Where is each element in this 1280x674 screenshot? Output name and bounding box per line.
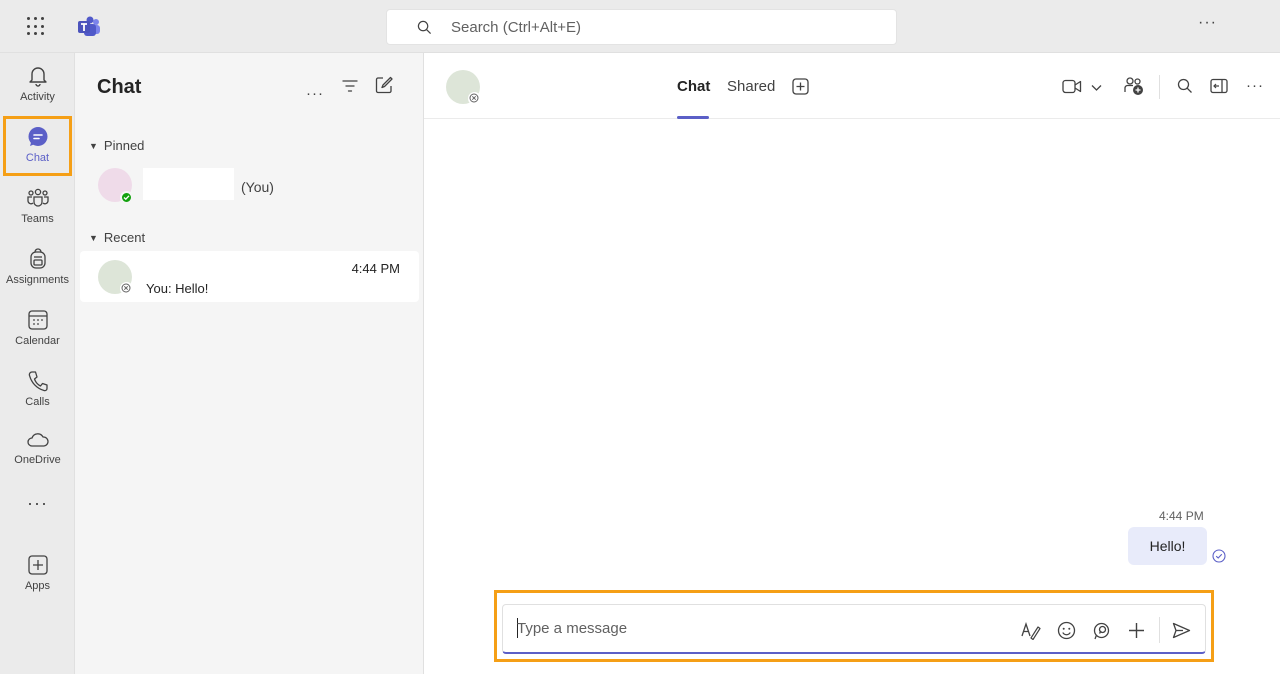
message-input[interactable] [517,617,997,639]
compose-box[interactable] [502,604,1206,654]
chat-list-title: Chat [97,76,142,98]
video-call-icon[interactable] [1062,79,1082,94]
filter-icon[interactable] [342,78,358,94]
search-icon [417,20,432,35]
pinned-label: Pinned [103,138,145,153]
message-timestamp: 4:44 PM [1159,509,1204,523]
rail-item-teams[interactable]: Teams [3,177,72,237]
rail-item-activity[interactable]: Activity [3,55,72,115]
bell-icon [28,67,47,87]
rail-item-chat[interactable]: Chat [3,116,72,176]
tab-shared[interactable]: Shared [727,78,775,95]
header-divider [1159,75,1160,99]
rail-item-calls[interactable]: Calls [3,360,72,420]
rail-label: Activity [20,91,55,103]
settings-more-button[interactable]: ··· [1198,14,1217,32]
you-label: (You) [241,179,274,195]
rail-label: Calendar [15,335,60,347]
rail-label: Chat [25,152,50,164]
new-chat-icon[interactable] [375,76,393,94]
pinned-contact-name[interactable] [143,168,234,200]
pinned-section-header[interactable]: ▼ Pinned [89,138,144,153]
conversation-pane: Chat Shared ··· 4:44 PM Hello! [424,53,1280,674]
rail-label: Calls [25,396,50,408]
active-tab-indicator [677,116,709,119]
recent-label: Recent [103,230,146,245]
rail-item-assignments[interactable]: Assignments [3,238,72,298]
recent-chat-item[interactable]: 4:44 PM You: Hello! [80,251,419,302]
search-placeholder: Search (Ctrl+Alt+E) [451,19,582,36]
message-bubble[interactable]: Hello! [1128,527,1207,565]
add-attachment-icon[interactable] [1128,622,1145,639]
rail-item-apps[interactable]: Apps [3,544,72,604]
calendar-icon [27,310,48,330]
compose-divider [1159,617,1160,643]
phone-icon [28,371,48,392]
backpack-icon [29,248,46,269]
send-icon[interactable] [1172,622,1191,639]
open-side-panel-icon[interactable] [1210,78,1228,94]
rail-label: Apps [24,580,51,592]
message-sent-icon [1212,549,1226,563]
tab-chat[interactable]: Chat [677,78,710,95]
app-launcher-icon[interactable] [27,17,47,37]
collapse-caret-icon: ▼ [89,141,98,151]
app-rail: Activity Chat Teams Assignments Calendar… [0,53,75,674]
more-options-button[interactable]: ··· [1246,77,1264,94]
add-people-icon[interactable] [1124,76,1144,96]
format-icon[interactable] [1021,622,1041,640]
add-box-icon [27,555,48,575]
chevron-down-icon[interactable] [1091,84,1102,92]
teams-logo-icon [78,16,100,36]
more-apps-button[interactable]: ··· [0,493,75,514]
loop-component-icon[interactable] [1092,622,1110,640]
chat-list-pane: Chat ··· ▼ Pinned (You) ▼ Recent 4:44 PM Y… [75,53,424,674]
search-icon[interactable] [1177,78,1193,94]
rail-label: Assignments [6,274,69,286]
teams-icon [26,188,49,207]
presence-offline-icon [120,282,133,295]
rail-label: OneDrive [14,454,61,466]
rail-item-calendar[interactable]: Calendar [3,299,72,359]
conversation-header: Chat Shared ··· [424,53,1280,119]
collapse-caret-icon: ▼ [89,233,98,243]
recent-chat-time: 4:44 PM [351,261,400,276]
recent-chat-preview: You: Hello! [146,281,209,296]
presence-offline-icon [468,92,481,105]
rail-label: Teams [21,213,54,225]
rail-item-onedrive[interactable]: OneDrive [3,420,72,480]
emoji-icon[interactable] [1057,621,1076,640]
chat-more-options-button[interactable]: ··· [306,85,324,102]
add-tab-icon[interactable] [792,78,809,95]
search-box[interactable]: Search (Ctrl+Alt+E) [386,9,897,45]
title-bar: Search (Ctrl+Alt+E) ··· [0,0,1280,53]
presence-available-icon [120,191,133,204]
recent-section-header[interactable]: ▼ Recent [89,230,145,245]
chat-icon [28,127,47,146]
cloud-icon [26,433,49,447]
